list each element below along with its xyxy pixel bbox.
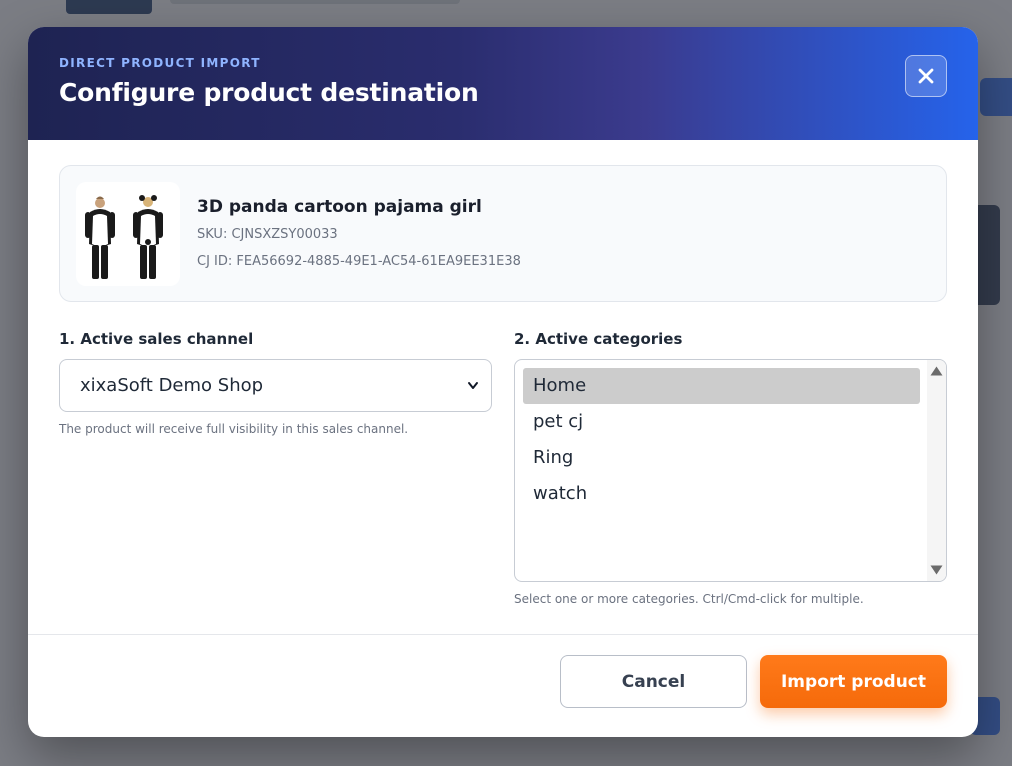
import-product-button[interactable]: Import product xyxy=(760,655,947,708)
scroll-down-arrow-icon[interactable] xyxy=(930,565,943,575)
dialog-header: DIRECT PRODUCT IMPORT Configure product … xyxy=(28,27,978,140)
category-option[interactable]: Home xyxy=(523,368,920,404)
categories-listbox[interactable]: Home pet cj Ring watch xyxy=(514,359,947,582)
chevron-down-icon xyxy=(468,382,478,389)
import-dialog: DIRECT PRODUCT IMPORT Configure product … xyxy=(28,27,978,737)
footer-divider xyxy=(28,634,978,635)
categories-hint: Select one or more categories. Ctrl/Cmd-… xyxy=(514,592,864,606)
product-cj-id: CJ ID: FEA56692-4885-49E1-AC54-61EA9EE31… xyxy=(197,254,521,269)
close-icon xyxy=(918,68,934,84)
categories-label: 2. Active categories xyxy=(514,330,683,348)
product-name: 3D panda cartoon pajama girl xyxy=(197,197,482,217)
sales-channel-select[interactable]: xixaSoft Demo Shop xyxy=(59,359,492,412)
sales-channel-value: xixaSoft Demo Shop xyxy=(80,375,264,396)
dialog-eyebrow: DIRECT PRODUCT IMPORT xyxy=(59,56,261,70)
product-image xyxy=(76,182,180,286)
dialog-body: 3D panda cartoon pajama girl SKU: CJNSXZ… xyxy=(28,140,978,634)
sales-channel-label: 1. Active sales channel xyxy=(59,330,254,348)
category-option[interactable]: pet cj xyxy=(523,404,920,440)
sales-channel-hint: The product will receive full visibility… xyxy=(59,422,409,436)
listbox-scrollbar[interactable] xyxy=(927,360,946,581)
product-sku: SKU: CJNSXZSY00033 xyxy=(197,227,338,242)
category-option[interactable]: Ring xyxy=(523,440,920,476)
close-button[interactable] xyxy=(905,55,947,97)
product-card: 3D panda cartoon pajama girl SKU: CJNSXZ… xyxy=(59,165,947,302)
scroll-up-arrow-icon[interactable] xyxy=(930,366,943,376)
dialog-title: Configure product destination xyxy=(59,78,479,107)
category-option[interactable]: watch xyxy=(523,476,920,512)
cancel-button[interactable]: Cancel xyxy=(560,655,747,708)
